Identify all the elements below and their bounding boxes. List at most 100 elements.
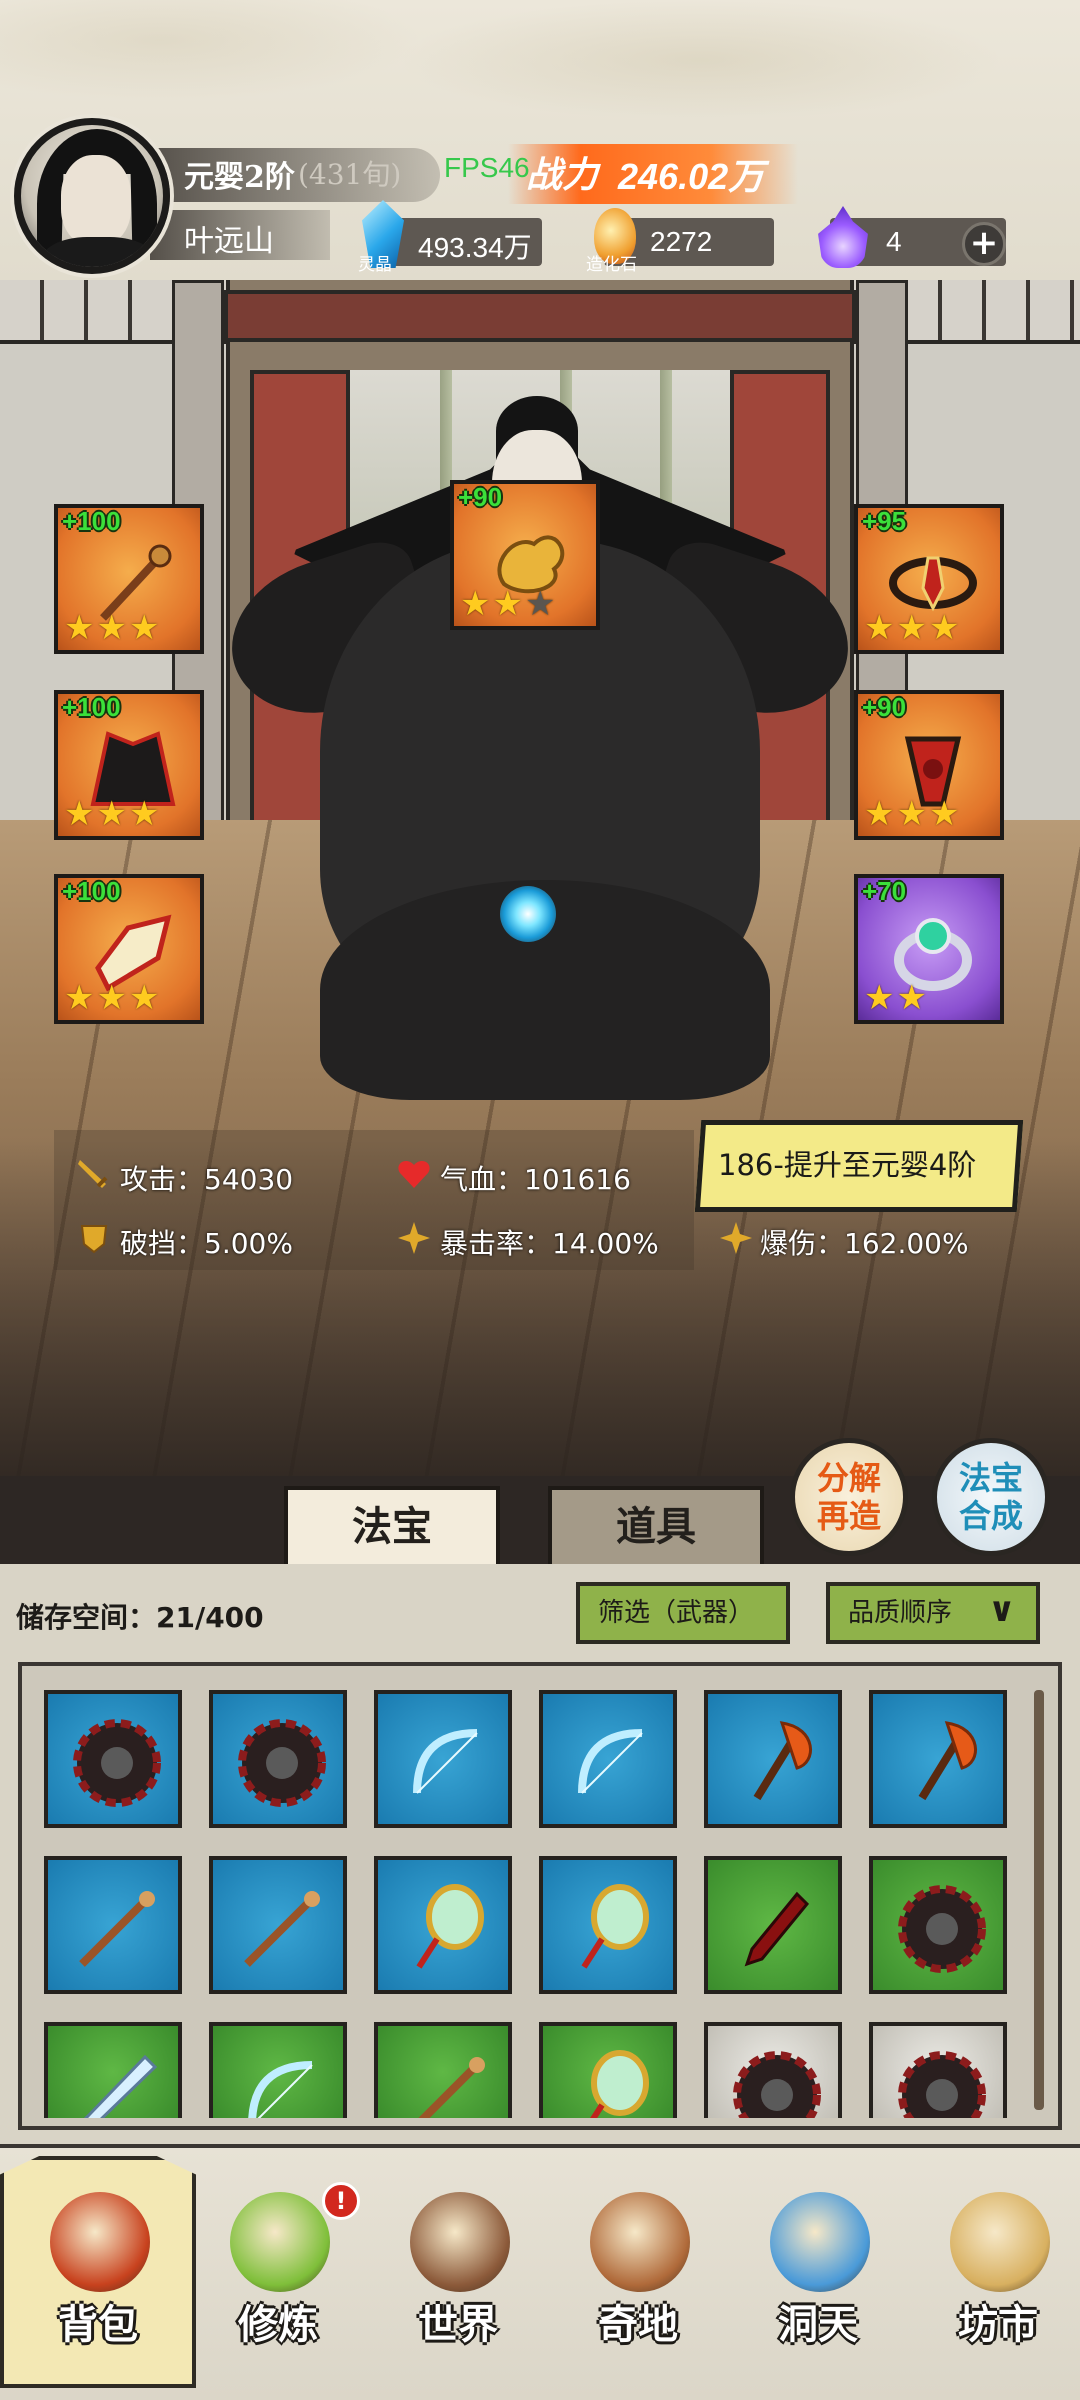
slot-stars: ★★★: [460, 584, 558, 624]
ice-sword-icon: [83, 2054, 158, 2118]
creation-stone-caption: 造化石: [586, 255, 637, 275]
dark-wheel-icon: [898, 2051, 986, 2118]
crit-damage-icon: [720, 1222, 752, 1254]
decompose-label: 分解 再造: [816, 1459, 881, 1535]
add-resource-button[interactable]: +: [962, 222, 1006, 266]
nav-item-6[interactable]: 坊市: [908, 2144, 1080, 2400]
inventory-item[interactable]: [704, 1856, 842, 1994]
inventory-item[interactable]: [44, 1690, 182, 1828]
slot-level: +70: [862, 876, 907, 906]
inventory-item[interactable]: [374, 1690, 512, 1828]
shield-break-icon: [80, 1225, 108, 1254]
slot-level: +100: [62, 692, 121, 722]
dark-wheel-icon: [898, 1885, 986, 1973]
nav-item-1[interactable]: 背包: [8, 2144, 188, 2400]
cultivation-rank: 元婴2阶: [184, 160, 295, 195]
inventory-item[interactable]: [704, 2022, 842, 2118]
spirit-crystal-caption: 灵晶: [358, 255, 392, 275]
spirit-orb: [500, 886, 556, 942]
fps-counter: FPS46: [444, 152, 530, 183]
chevron-down-icon: ∨: [988, 1590, 1016, 1630]
tab-bar: [0, 1476, 1080, 1564]
fire-axe-icon: [918, 1721, 977, 1801]
equip-slot-ring[interactable]: +70 ★★: [854, 874, 1004, 1024]
inventory-item[interactable]: [539, 1690, 677, 1828]
character-name: 叶远山: [184, 224, 274, 259]
crit-rate-icon: [398, 1222, 430, 1254]
stat-attack: 攻击：54030: [120, 1163, 294, 1196]
nav-label: 洞天: [778, 2301, 858, 2348]
inventory-item[interactable]: [374, 1856, 512, 1994]
cave-portal-icon: [770, 2192, 870, 2292]
nav-item-5[interactable]: 洞天: [728, 2144, 908, 2400]
jade-mirror-icon: [416, 1884, 484, 1969]
jade-mirror-icon: [590, 2050, 649, 2118]
slot-stars: ★★★: [864, 794, 962, 834]
bone-staff-icon: [244, 1891, 320, 1967]
backpack-icon: [50, 2192, 150, 2292]
equip-slot-weapon[interactable]: +100 ★★★: [54, 504, 204, 654]
equip-slot-necklace[interactable]: +90 ★★★: [854, 690, 1004, 840]
avatar-face: [61, 155, 131, 245]
inventory-item[interactable]: [539, 1856, 677, 1994]
nav-item-2[interactable]: 修炼!: [188, 2144, 368, 2400]
tab-items[interactable]: 道具: [548, 1486, 764, 1568]
ice-bow-icon: [248, 2061, 313, 2118]
nav-item-3[interactable]: 世界: [368, 2144, 548, 2400]
slot-stars: ★★★: [64, 608, 162, 648]
player-avatar[interactable]: [14, 118, 170, 274]
bone-staff-icon: [418, 2057, 485, 2118]
world-scroll-icon: [410, 2192, 510, 2292]
fire-axe-icon: [753, 1721, 812, 1801]
slot-level: +100: [62, 876, 121, 906]
creation-stone-value: 2272: [650, 226, 713, 257]
inventory-item[interactable]: [869, 1690, 1007, 1828]
inventory-item[interactable]: [209, 1690, 347, 1828]
jade-mirror-icon: [581, 1884, 649, 1969]
tab-treasure[interactable]: 法宝: [284, 1486, 500, 1568]
equip-slot-headgear[interactable]: +95 ★★★: [854, 504, 1004, 654]
ice-bow-icon: [413, 1729, 478, 1794]
nav-label: 背包: [58, 2301, 138, 2348]
notification-badge: !: [322, 2182, 360, 2220]
bone-staff-icon: [79, 1891, 155, 1967]
inventory-item[interactable]: [704, 1690, 842, 1828]
inventory-item[interactable]: [44, 2022, 182, 2118]
purple-flame-value: 4: [886, 226, 902, 257]
equip-slot-treasure[interactable]: +90 ★★★: [450, 480, 600, 630]
inventory-item[interactable]: [869, 2022, 1007, 2118]
dark-wheel-icon: [733, 2051, 821, 2118]
equip-slot-boots[interactable]: +100 ★★★: [54, 874, 204, 1024]
upgrade-rank-label: 186-提升至元婴4阶: [718, 1148, 977, 1182]
filter-button[interactable]: 筛选（武器）: [576, 1582, 790, 1644]
slot-stars: ★★★: [864, 608, 962, 648]
inventory-item[interactable]: [869, 1856, 1007, 1994]
nav-label: 世界: [418, 2301, 498, 2348]
inventory-item[interactable]: [374, 2022, 512, 2118]
nav-label: 坊市: [958, 2301, 1038, 2348]
decompose-button[interactable]: 分解 再造: [790, 1438, 908, 1556]
nav-label: 奇地: [598, 2301, 678, 2348]
ice-bow-icon: [578, 1729, 643, 1794]
market-icon: [950, 2192, 1050, 2292]
door-beam: [224, 290, 856, 342]
slot-stars: ★★: [864, 978, 929, 1018]
nav-item-4[interactable]: 奇地: [548, 2144, 728, 2400]
blood-dagger-icon: [744, 1891, 810, 1967]
nav-label: 修炼: [238, 2301, 318, 2348]
inventory-item[interactable]: [209, 1856, 347, 1994]
stat-break-block: 破挡：5.00%: [120, 1227, 293, 1260]
inventory-item[interactable]: [209, 2022, 347, 2118]
slot-stars: ★★★: [64, 794, 162, 834]
dark-wheel-icon: [238, 1719, 326, 1807]
power-value: 246.02万: [618, 156, 765, 197]
stat-crit-rate: 暴击率：14.00%: [440, 1227, 659, 1260]
equip-slot-armor[interactable]: +100 ★★★: [54, 690, 204, 840]
inventory-item[interactable]: [539, 2022, 677, 2118]
slot-level: +100: [62, 506, 121, 536]
inventory-item[interactable]: [44, 1856, 182, 1994]
synthesize-button[interactable]: 法宝 合成: [932, 1438, 1050, 1556]
mystic-land-icon: [590, 2192, 690, 2292]
inventory-scrollbar[interactable]: [1034, 1690, 1044, 2110]
heart-icon: [398, 1161, 430, 1188]
